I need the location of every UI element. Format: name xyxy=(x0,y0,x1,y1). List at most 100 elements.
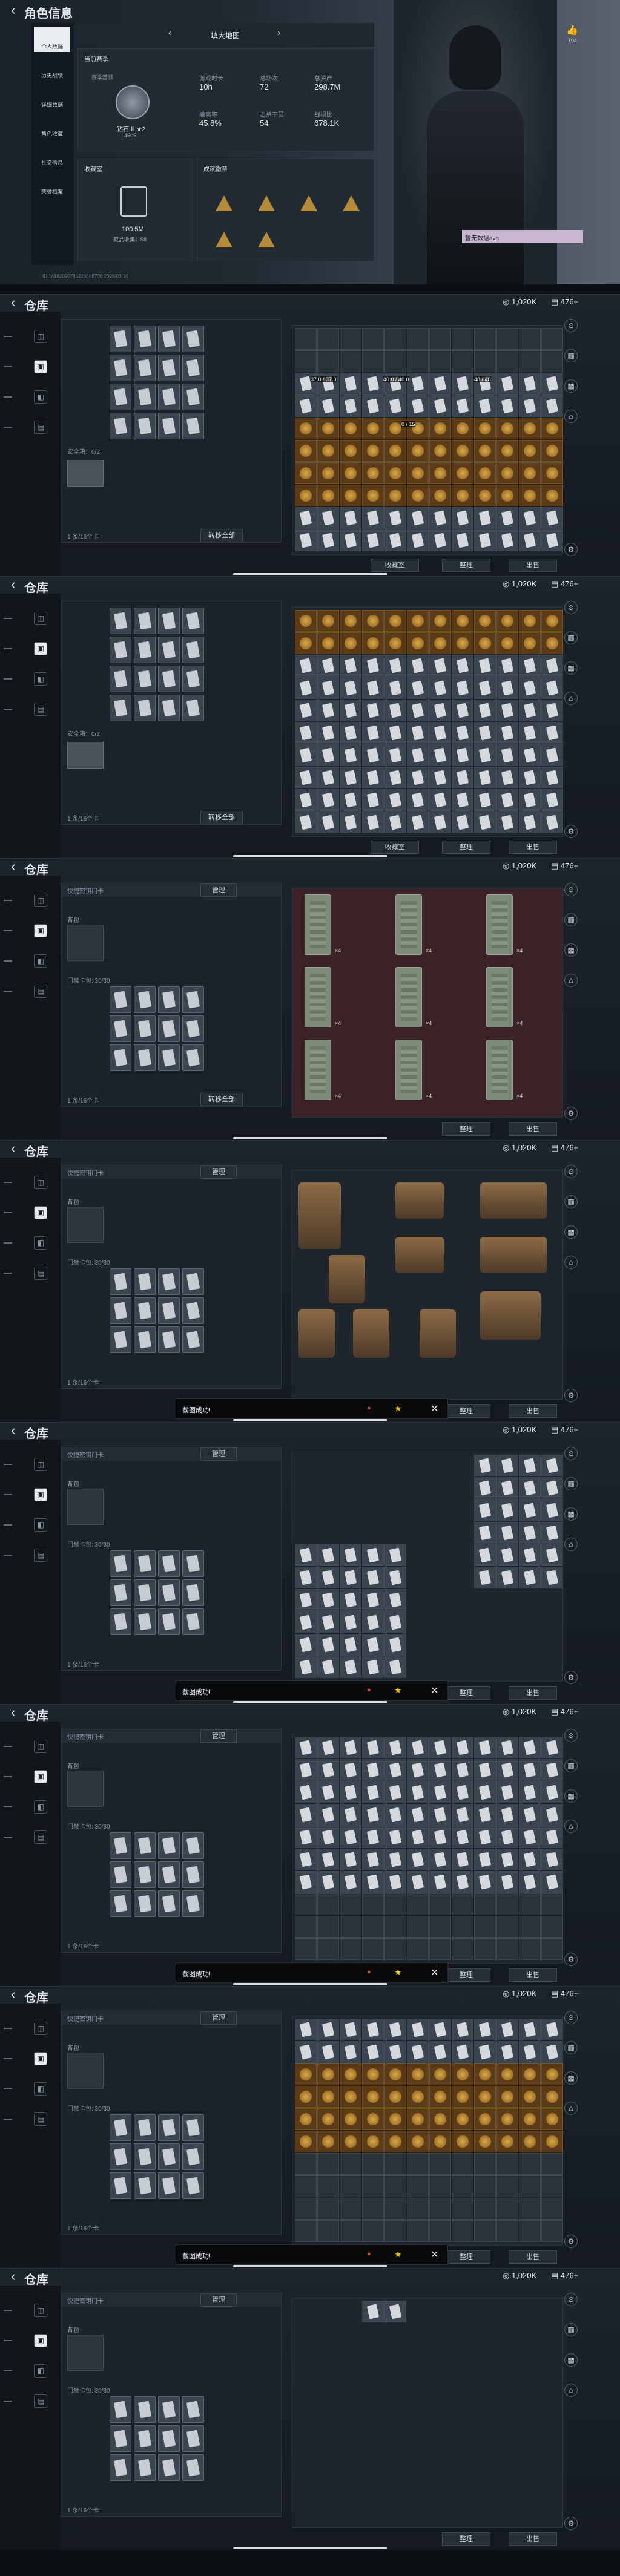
storage-item[interactable] xyxy=(496,655,518,677)
storage-item[interactable] xyxy=(541,1477,563,1499)
backpack-slot[interactable] xyxy=(67,2335,104,2371)
back-icon[interactable]: ‹ xyxy=(11,2269,15,2284)
storage-item[interactable] xyxy=(496,1849,518,1870)
vault-button[interactable]: 收藏室 xyxy=(371,559,419,572)
nav-icon[interactable]: ▣ xyxy=(34,642,47,655)
storage-item[interactable] xyxy=(474,1893,496,1915)
keycard-slot[interactable] xyxy=(110,2172,131,2199)
storage-item[interactable] xyxy=(384,2220,406,2242)
storage-item[interactable] xyxy=(541,2086,563,2108)
storage-item[interactable] xyxy=(362,700,384,721)
nav-icon[interactable]: ◧ xyxy=(34,2364,47,2378)
storage-item[interactable] xyxy=(384,767,406,788)
storage-item[interactable] xyxy=(519,1499,541,1521)
storage-item[interactable] xyxy=(362,1544,384,1566)
storage-item[interactable] xyxy=(295,1589,317,1611)
storage-item[interactable] xyxy=(496,2198,518,2220)
storage-item[interactable] xyxy=(452,350,473,372)
sell-button[interactable]: 出售 xyxy=(509,1968,557,1982)
storage-item[interactable] xyxy=(429,2198,451,2220)
storage-item[interactable] xyxy=(340,1916,361,1938)
chevron-left-icon[interactable]: ‹ xyxy=(168,28,171,39)
storage-item[interactable] xyxy=(452,529,473,551)
keycard-slot[interactable] xyxy=(134,608,156,634)
storage-item[interactable] xyxy=(362,1634,384,1656)
nav-icon[interactable]: ▤ xyxy=(34,1830,47,1844)
nav-item-social[interactable]: 社交信息 xyxy=(34,143,70,168)
storage-item[interactable] xyxy=(474,507,496,529)
currency-display[interactable]: ◎ 1,020K xyxy=(503,579,536,589)
storage-item[interactable] xyxy=(429,2153,451,2175)
keycard-slot[interactable] xyxy=(158,2114,180,2141)
storage-item[interactable] xyxy=(474,1499,496,1521)
storage-item[interactable] xyxy=(429,767,451,788)
storage-item[interactable] xyxy=(407,1781,429,1803)
storage-item[interactable] xyxy=(362,1916,384,1938)
storage-item[interactable] xyxy=(362,529,384,551)
storage-item[interactable] xyxy=(362,2198,384,2220)
keycard-slot[interactable] xyxy=(110,326,131,352)
keycard-slot[interactable] xyxy=(182,1326,204,1353)
storage-item[interactable] xyxy=(340,529,361,551)
camera-icon[interactable]: ⊙ xyxy=(564,601,578,614)
storage-item[interactable] xyxy=(452,2131,473,2152)
storage-item[interactable] xyxy=(384,1589,406,1611)
add-icon[interactable]: + xyxy=(574,2271,579,2280)
storage-item[interactable] xyxy=(474,722,496,744)
storage-item[interactable] xyxy=(541,2198,563,2220)
storage-item[interactable] xyxy=(496,610,518,632)
storage-item[interactable] xyxy=(340,1759,361,1781)
storage-item[interactable] xyxy=(317,632,339,654)
keycard-slot[interactable] xyxy=(110,1890,131,1917)
storage-item[interactable] xyxy=(474,2198,496,2220)
storage-item[interactable] xyxy=(452,440,473,462)
nav-icon[interactable]: ▤ xyxy=(34,985,47,998)
storage-item[interactable] xyxy=(384,2175,406,2197)
storage-item[interactable] xyxy=(541,418,563,439)
camera-icon[interactable]: ⊙ xyxy=(564,1729,578,1742)
storage-item[interactable] xyxy=(384,2131,406,2152)
storage-item[interactable] xyxy=(541,2063,563,2085)
storage-item[interactable] xyxy=(295,744,317,766)
storage-item[interactable] xyxy=(496,1804,518,1826)
storage-item[interactable] xyxy=(429,610,451,632)
storage-item[interactable] xyxy=(317,1781,339,1803)
storage-item[interactable] xyxy=(452,418,473,439)
storage-item[interactable] xyxy=(519,1871,541,1893)
storage-item[interactable] xyxy=(474,2019,496,2040)
storage-item[interactable] xyxy=(519,529,541,551)
keycard-slot[interactable] xyxy=(110,1608,131,1635)
storage-item[interactable] xyxy=(452,2019,473,2040)
storage-item[interactable] xyxy=(362,610,384,632)
keycard-slot[interactable] xyxy=(134,2114,156,2141)
storage-item[interactable] xyxy=(407,1849,429,1870)
keycard-slot[interactable] xyxy=(134,355,156,381)
keycard-slot[interactable] xyxy=(110,413,131,439)
storage-item[interactable] xyxy=(384,462,406,484)
storage-item[interactable] xyxy=(384,1938,406,1960)
storage-item[interactable] xyxy=(541,1826,563,1848)
storage-item[interactable] xyxy=(519,1737,541,1758)
storage-item[interactable] xyxy=(429,1938,451,1960)
storage-item[interactable] xyxy=(384,1544,406,1566)
sort-icon[interactable]: ▩ xyxy=(564,2071,578,2085)
storage-item[interactable] xyxy=(317,677,339,699)
coupon-display[interactable]: ▤ 476+ xyxy=(551,579,578,589)
close-icon[interactable]: ✕ xyxy=(430,1403,438,1415)
currency-display[interactable]: ◎ 1,020K xyxy=(503,2271,536,2281)
nav-icon[interactable]: ◧ xyxy=(34,672,47,686)
storage-item[interactable] xyxy=(407,440,429,462)
storage-item[interactable] xyxy=(452,507,473,529)
storage-item[interactable] xyxy=(384,1849,406,1870)
storage-item[interactable] xyxy=(407,529,429,551)
storage-item[interactable] xyxy=(384,1871,406,1893)
storage-item[interactable] xyxy=(384,1759,406,1781)
filter-icon[interactable]: ▥ xyxy=(564,349,578,362)
storage-item[interactable] xyxy=(384,328,406,350)
add-icon[interactable]: + xyxy=(574,1989,579,1998)
keycard-slot[interactable] xyxy=(182,384,204,410)
storage-item[interactable] xyxy=(340,700,361,721)
nav-icon[interactable]: ▤ xyxy=(34,703,47,716)
keycard-slot[interactable] xyxy=(182,1550,204,1577)
storage-item[interactable] xyxy=(541,507,563,529)
